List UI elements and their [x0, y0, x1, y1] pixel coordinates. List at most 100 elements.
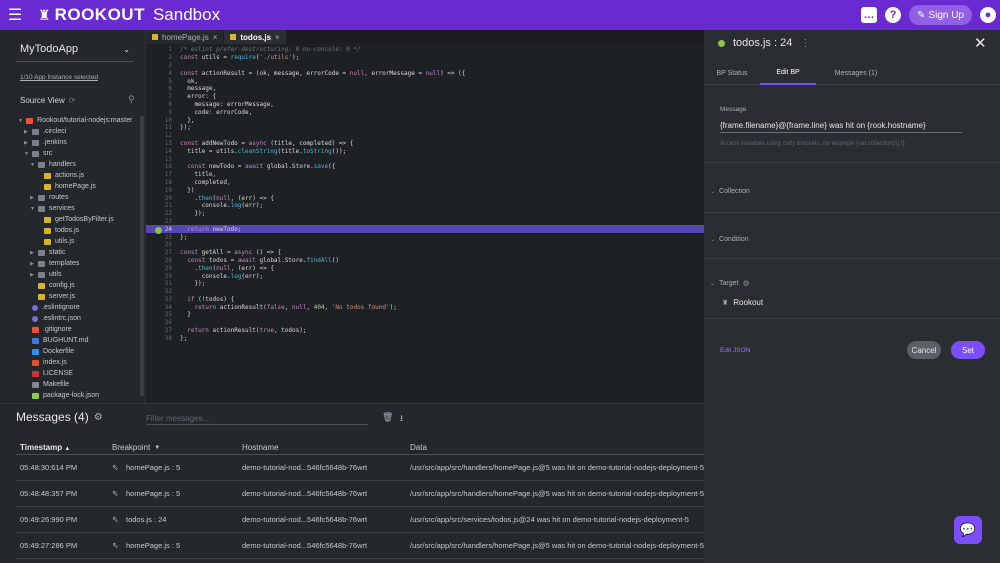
cell-breakpoint[interactable]: ⇖ homePage.js : 5	[112, 489, 242, 498]
line-number[interactable]: 33	[146, 296, 180, 303]
tree-item[interactable]: package-lock.json	[18, 390, 144, 401]
code-line[interactable]: 21 console.log(err);	[146, 202, 704, 210]
target-item[interactable]: ♜ Rookout	[722, 298, 763, 307]
code-line[interactable]: 20 .then(null, (err) => {	[146, 194, 704, 202]
line-number[interactable]: 2	[146, 54, 180, 61]
tab-homepage-js[interactable]: homePage.js ×	[146, 30, 224, 44]
code-editor[interactable]: 1/* eslint prefer-destructuring: 0 no-co…	[146, 44, 704, 403]
line-number[interactable]: 12	[146, 132, 180, 139]
table-row[interactable]: 05:49:27:286 PM ⇖ homePage.js : 5 demo-tuto…	[16, 533, 704, 559]
code-line[interactable]: 38};	[146, 334, 704, 342]
close-tab-icon[interactable]: ×	[213, 33, 218, 42]
line-number[interactable]: 9	[146, 109, 180, 116]
cell-breakpoint[interactable]: ⇖ homePage.js : 5	[112, 541, 242, 550]
code-line[interactable]: 8 message: errorMessage,	[146, 101, 704, 109]
tree-item[interactable]: BUGHUNT.md	[18, 335, 144, 346]
condition-section[interactable]: ⌄ Condition	[710, 236, 749, 243]
line-number[interactable]: 19	[146, 187, 180, 194]
gear-icon[interactable]: ⚙	[743, 279, 750, 288]
code-line[interactable]: 2 const utils = require('./utils');	[146, 54, 704, 62]
line-number[interactable]: 16	[146, 163, 180, 170]
code-line[interactable]: 5 ok,	[146, 77, 704, 85]
code-line[interactable]: 19 })	[146, 186, 704, 194]
tree-item[interactable]: ▼ services	[18, 203, 144, 214]
column-breakpoint[interactable]: Breakpoint ▼	[112, 443, 242, 452]
sidebar-scrollbar[interactable]	[140, 116, 144, 396]
line-number[interactable]: 26	[146, 241, 180, 248]
user-avatar-icon[interactable]: ●	[980, 7, 996, 23]
chat-bubble-icon[interactable]: …	[861, 7, 878, 23]
caret-right-icon[interactable]: ▶	[30, 250, 38, 256]
line-number[interactable]: 10	[146, 117, 180, 124]
close-icon[interactable]: ✕	[974, 34, 987, 52]
collection-section[interactable]: ⌄ Collection	[710, 188, 750, 195]
tab-todos-js[interactable]: todos.js ×	[224, 30, 286, 44]
tree-item[interactable]: homePage.js	[18, 181, 144, 192]
line-number[interactable]: 34	[146, 304, 180, 311]
line-number[interactable]: 13	[146, 140, 180, 147]
download-icon[interactable]: ⭳	[400, 411, 403, 427]
line-number[interactable]: 6	[146, 85, 180, 92]
line-number[interactable]: 32	[146, 288, 180, 295]
close-tab-icon[interactable]: ×	[275, 33, 280, 42]
code-line[interactable]: 9 code: errorCode,	[146, 108, 704, 116]
app-selector[interactable]: MyTodoApp ⌄	[20, 41, 130, 57]
code-line[interactable]: 30 console.log(err);	[146, 272, 704, 280]
tree-item[interactable]: ▼ handlers	[18, 159, 144, 170]
code-line[interactable]: 26	[146, 241, 704, 249]
table-row[interactable]: 05:48:48:357 PM ⇖ homePage.js : 5 demo-tuto…	[16, 481, 704, 507]
target-section[interactable]: ⌄ Target ⚙	[710, 279, 750, 288]
more-vertical-icon[interactable]: ⋮	[800, 38, 810, 49]
code-line[interactable]: 36	[146, 319, 704, 327]
caret-right-icon[interactable]: ▶	[30, 272, 38, 278]
code-line[interactable]: 34 return actionResult(false, null, 404,…	[146, 303, 704, 311]
code-line[interactable]: 23	[146, 218, 704, 226]
tab-bp-status[interactable]: BP Status	[704, 61, 760, 85]
code-line[interactable]: 22 });	[146, 210, 704, 218]
help-icon[interactable]: ?	[885, 7, 902, 23]
line-number[interactable]: 28	[146, 257, 180, 264]
tree-item[interactable]: index.js	[18, 357, 144, 368]
tree-item[interactable]: ▼ Rookout/tutorial-nodejs:master	[18, 115, 144, 126]
code-line[interactable]: 24 return newTodo;	[146, 225, 704, 234]
line-number[interactable]: 7	[146, 93, 180, 100]
tree-item[interactable]: ▶ routes	[18, 192, 144, 203]
line-number[interactable]: 5	[146, 78, 180, 85]
code-line[interactable]: 29 .then(null, (err) => {	[146, 264, 704, 272]
tree-item[interactable]: ▼ src	[18, 148, 144, 159]
line-number[interactable]: 21	[146, 202, 180, 209]
gear-icon[interactable]: ⚙	[94, 412, 103, 423]
table-row[interactable]: 05:49:26:990 PM ⇖ todos.js : 24 demo-tutori…	[16, 507, 704, 533]
line-number[interactable]: 27	[146, 249, 180, 256]
column-hostname[interactable]: Hostname	[242, 443, 410, 452]
line-number[interactable]: 3	[146, 62, 180, 69]
line-number[interactable]: 30	[146, 273, 180, 280]
code-line[interactable]: 4 const actionResult = (ok, message, erro…	[146, 69, 704, 77]
tree-item[interactable]: config.js	[18, 280, 144, 291]
tree-item[interactable]: actions.js	[18, 170, 144, 181]
code-line[interactable]: 10 },	[146, 116, 704, 124]
line-number[interactable]: 29	[146, 265, 180, 272]
caret-down-icon[interactable]: ▼	[24, 151, 32, 157]
tree-item[interactable]: ▶ .circleci	[18, 126, 144, 137]
set-button[interactable]: Set	[951, 341, 985, 359]
column-data[interactable]: Data	[410, 443, 704, 452]
chat-bubble-icon[interactable]: 💬	[954, 516, 982, 544]
code-line[interactable]: 13 const addNewTodo = async (title, compl…	[146, 140, 704, 148]
tree-item[interactable]: Dockerfile	[18, 346, 144, 357]
line-number[interactable]: 37	[146, 327, 180, 334]
line-number[interactable]: 8	[146, 101, 180, 108]
tree-item[interactable]: ▶ templates	[18, 258, 144, 269]
code-line[interactable]: 27 const getAll = async () => {	[146, 249, 704, 257]
code-line[interactable]: 32	[146, 288, 704, 296]
caret-down-icon[interactable]: ▼	[30, 162, 38, 168]
line-number[interactable]: 17	[146, 171, 180, 178]
line-number[interactable]: 1	[146, 46, 180, 53]
line-number[interactable]: 35	[146, 311, 180, 318]
tree-item[interactable]: Makefile	[18, 379, 144, 390]
tab-messages[interactable]: Messages (1)	[816, 61, 896, 85]
caret-down-icon[interactable]: ▼	[18, 118, 26, 124]
caret-right-icon[interactable]: ▶	[30, 261, 38, 267]
tree-item[interactable]: ▶ static	[18, 247, 144, 258]
line-number[interactable]: 11	[146, 124, 180, 131]
